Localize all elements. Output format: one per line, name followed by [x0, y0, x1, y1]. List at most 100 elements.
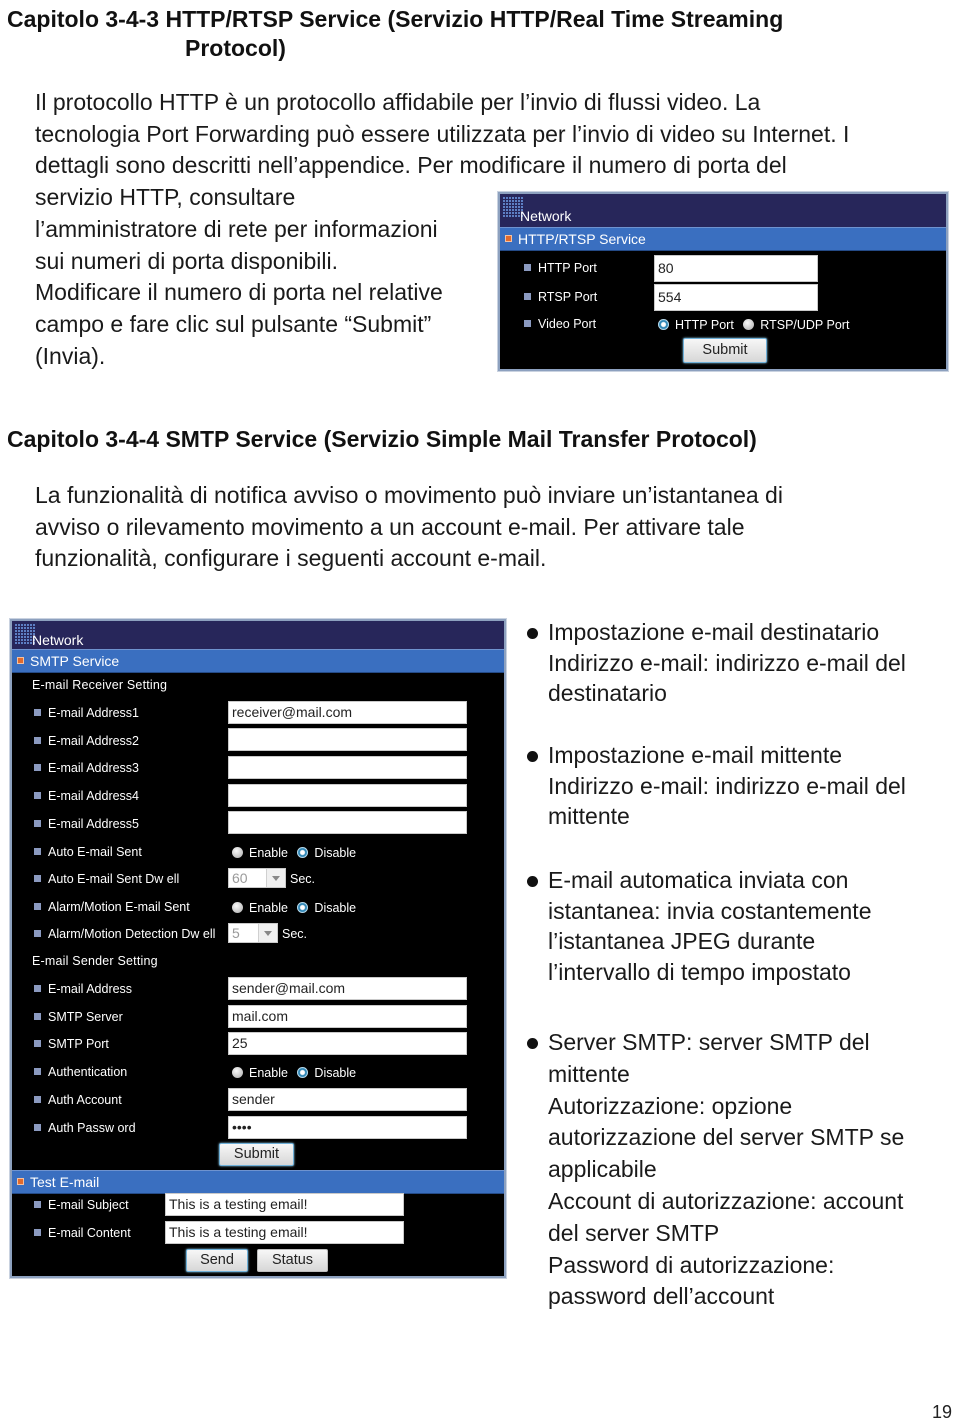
bullet-icon [34, 737, 41, 744]
email-content-input[interactable]: This is a testing email! [165, 1221, 404, 1244]
paragraph-line: tecnologia Port Forwarding può essere ut… [35, 120, 850, 147]
section-title-http-rtsp: Capitolo 3-4-3 HTTP/RTSP Service (Serviz… [7, 5, 783, 63]
bullet-icon [34, 903, 41, 910]
auto-dwell-label: Auto E-mail Sent Dw ell [34, 872, 179, 886]
label-text: E-mail Address1 [48, 706, 140, 720]
rtsp-port-input[interactable]: 554 [654, 284, 818, 311]
list-line: autorizzazione del server SMTP se [548, 1124, 905, 1151]
auto-dwell-unit: Sec. [290, 872, 316, 886]
send-button[interactable]: Send [186, 1249, 248, 1272]
status-button[interactable]: Status [257, 1249, 328, 1272]
email-address3-input[interactable] [228, 756, 467, 779]
label-text: Auto E-mail Sent [48, 845, 142, 859]
radio-enable[interactable] [232, 847, 243, 858]
http-rtsp-service-bar: HTTP/RTSP Service [500, 227, 946, 251]
http-port-label: HTTP Port [524, 261, 597, 275]
label-text: Alarm/Motion E-mail Sent [48, 900, 190, 914]
bullet-icon [34, 1068, 41, 1075]
list-line: del server SMTP [548, 1219, 720, 1246]
radio-label: Enable [249, 846, 288, 860]
title-line: Capitolo 3-4-3 HTTP/RTSP Service (Serviz… [7, 6, 784, 32]
radio-http-port[interactable] [658, 319, 669, 330]
title-line: Protocol) [185, 35, 286, 61]
email-address4-label: E-mail Address4 [34, 789, 139, 803]
email-content-label: E-mail Content [34, 1226, 131, 1240]
paragraph-line: funzionalità, configurare i seguenti acc… [35, 545, 547, 572]
label-text: SMTP Port [48, 1037, 109, 1051]
list-line: password dell’account [548, 1283, 775, 1310]
authentication-label: Authentication [34, 1065, 127, 1079]
paragraph-line: Il protocollo HTTP è un protocollo affid… [35, 89, 761, 115]
alarm-dwell-label: Alarm/Motion Detection Dw ell [34, 927, 215, 941]
email-address5-label: E-mail Address5 [34, 817, 139, 831]
list-line: Impostazione e-mail destinatario [548, 619, 880, 645]
bullet-icon [34, 1229, 41, 1236]
auth-password-input[interactable]: •••• [228, 1116, 467, 1139]
radio-enable[interactable] [232, 1067, 243, 1078]
email-address4-input[interactable] [228, 784, 467, 807]
submit-button[interactable]: Submit [683, 338, 767, 363]
bullet-icon [34, 1040, 41, 1047]
smtp-service-bar: SMTP Service [12, 649, 504, 673]
network-title: Network [520, 208, 572, 224]
network-header: Network [12, 621, 504, 649]
radio-disable[interactable] [297, 1067, 309, 1078]
alarm-dwell-select[interactable]: 5 [228, 923, 278, 943]
label-text: Auth Passw ord [48, 1121, 136, 1135]
paragraph-line: dettagli sono descritti nell’appendice. … [35, 152, 787, 179]
sender-email-input[interactable]: sender@mail.com [228, 977, 467, 1000]
video-port-label: Video Port [524, 317, 596, 331]
chevron-down-icon[interactable] [258, 924, 277, 942]
radio-enable[interactable] [232, 902, 243, 913]
auth-account-input[interactable]: sender [228, 1088, 467, 1111]
section-title-smtp: Capitolo 3-4-4 SMTP Service (Servizio Si… [7, 426, 757, 452]
email-subject-input[interactable]: This is a testing email! [165, 1193, 404, 1216]
sender-setting-heading: E-mail Sender Setting [32, 954, 158, 968]
email-address3-label: E-mail Address3 [34, 761, 139, 775]
bullet-icon [524, 264, 531, 271]
email-address5-input[interactable] [228, 811, 467, 834]
radio-rtsp-udp-port[interactable] [743, 319, 755, 330]
smtp-submit-button[interactable]: Submit [219, 1143, 294, 1166]
label-text: Video Port [538, 317, 597, 331]
label-text: Authentication [48, 1065, 128, 1079]
section-title: SMTP Service [30, 653, 120, 669]
bullet-icon [34, 848, 41, 855]
bullet-icon [34, 1013, 41, 1020]
list-line: Indirizzo e-mail: indirizzo e-mail del [548, 772, 906, 799]
label-text: E-mail Address4 [48, 789, 140, 803]
auto-dwell-select[interactable]: 60 [228, 868, 286, 888]
email-address1-input[interactable]: receiver@mail.com [228, 701, 467, 724]
auth-password-label: Auth Passw ord [34, 1121, 136, 1135]
auto-email-options: Enable Disable [232, 846, 362, 860]
auth-account-label: Auth Account [34, 1093, 122, 1107]
bullet-icon [524, 293, 531, 300]
bullet-icon [34, 1096, 41, 1103]
smtp-port-input[interactable]: 25 [228, 1032, 467, 1055]
smtp-server-input[interactable]: mail.com [228, 1005, 467, 1028]
section-title: Test E-mail [30, 1174, 100, 1190]
page-number: 19 [932, 1402, 953, 1422]
network-header: Network [500, 194, 946, 227]
list-line: mittente [548, 1060, 630, 1087]
email-address2-input[interactable] [228, 728, 467, 751]
list-line: destinatario [548, 680, 667, 706]
http-rtsp-panel: Network HTTP/RTSP Service HTTP Port 80 R… [498, 192, 948, 371]
list-line: l’istantanea JPEG durante [548, 928, 816, 954]
radio-disable[interactable] [297, 847, 309, 858]
label-text: E-mail Content [48, 1226, 131, 1240]
list-line: Autorizzazione: opzione [548, 1092, 793, 1119]
http-port-input[interactable]: 80 [654, 255, 818, 282]
rtsp-port-label: RTSP Port [524, 290, 597, 304]
list-line: l’intervallo di tempo impostato [548, 958, 851, 985]
list-item-text: Impostazione e-mail destinatario Indiriz… [548, 617, 906, 709]
chevron-down-icon[interactable] [266, 869, 285, 887]
bullet-icon [34, 930, 41, 937]
email-address2-label: E-mail Address2 [34, 734, 139, 748]
section-marker-icon [17, 1178, 24, 1185]
bullet-icon [34, 764, 41, 771]
radio-label: Disable [314, 1066, 357, 1080]
paragraph-line: La funzionalità di notifica avviso o mov… [35, 482, 783, 508]
alarm-dwell-unit: Sec. [282, 927, 308, 941]
radio-disable[interactable] [297, 902, 309, 913]
